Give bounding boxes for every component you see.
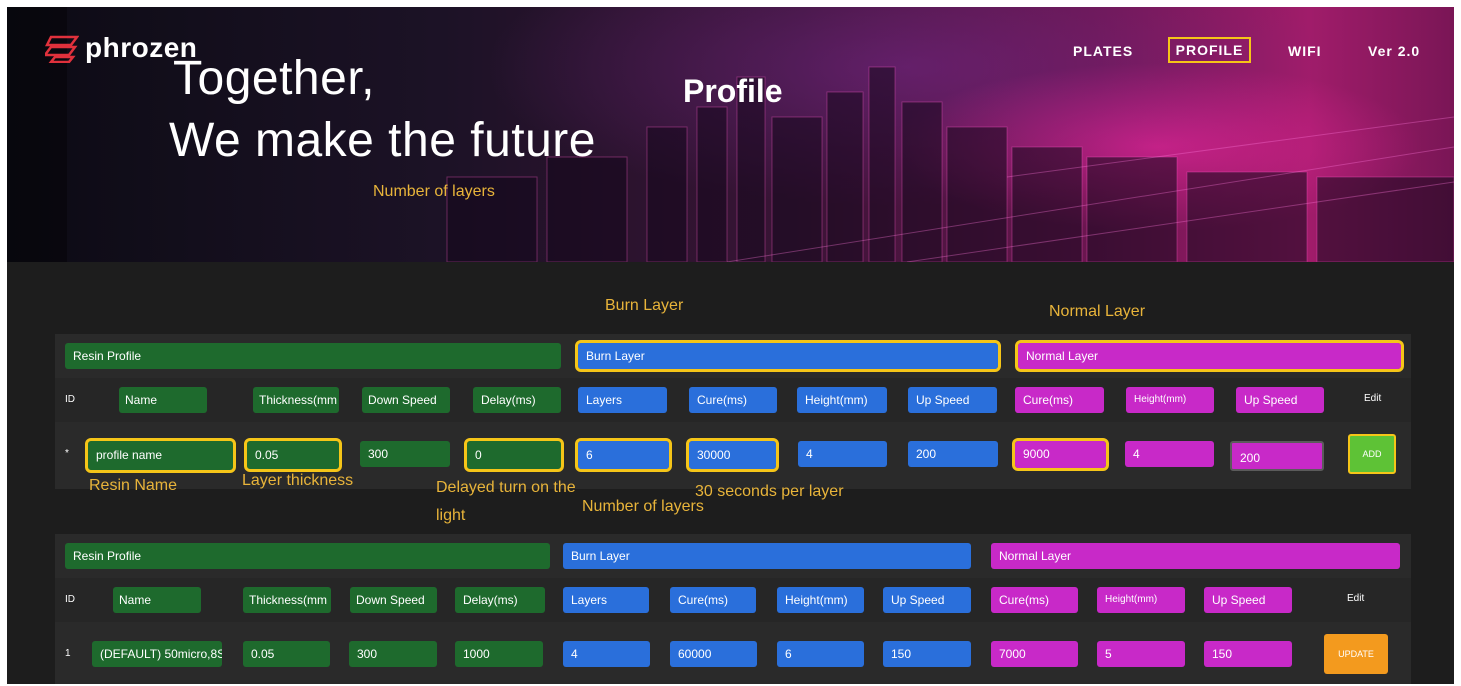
annotation-burn-layer: Burn Layer	[605, 297, 684, 314]
new-row-id: *	[65, 448, 69, 459]
col-thickness: Thickness(mm	[253, 387, 339, 413]
row-1-normal-cure[interactable]: 7000	[991, 641, 1078, 667]
col-burn-cure: Cure(ms)	[689, 387, 777, 413]
input-burn-layers[interactable]: 6	[575, 438, 672, 472]
slogan-line-1: Together,	[173, 52, 375, 105]
col-edit: Edit	[1364, 393, 1382, 404]
app-frame: phrozen Together, We make the future Pro…	[7, 7, 1454, 684]
col-normal-height: Height(mm)	[1126, 387, 1214, 413]
col-normal-cure-2: Cure(ms)	[991, 587, 1078, 613]
update-button[interactable]: UPDATE	[1324, 634, 1388, 674]
nav-plates[interactable]: PLATES	[1073, 39, 1133, 63]
col-down-speed: Down Speed	[362, 387, 450, 413]
row-1-normal-up-speed[interactable]: 150	[1204, 641, 1292, 667]
section-normal-layer: Normal Layer	[1015, 340, 1404, 372]
col-name-2: Name	[113, 587, 201, 613]
nav-version: Ver 2.0	[1368, 43, 1421, 59]
annotation-seconds-per-layer: 30 seconds per layer	[695, 483, 844, 500]
col-delay-2: Delay(ms)	[455, 587, 545, 613]
col-burn-height-2: Height(mm)	[777, 587, 864, 613]
annotation-hero-number-of-layers: Number of layers	[373, 183, 495, 200]
row-1-thickness[interactable]: 0.05	[243, 641, 330, 667]
col-burn-up-speed-2: Up Speed	[883, 587, 971, 613]
section-normal-layer-2: Normal Layer	[991, 543, 1400, 569]
col-burn-up-speed: Up Speed	[908, 387, 997, 413]
row-1-normal-height[interactable]: 5	[1097, 641, 1185, 667]
col-burn-cure-2: Cure(ms)	[670, 587, 756, 613]
add-button[interactable]: ADD	[1348, 434, 1396, 474]
input-thickness[interactable]: 0.05	[244, 438, 342, 472]
col-normal-height-2: Height(mm)	[1097, 587, 1185, 613]
annotation-number-of-layers: Number of layers	[582, 498, 704, 515]
input-normal-up-speed[interactable]: 200	[1230, 441, 1324, 471]
input-down-speed[interactable]: 300	[360, 441, 450, 467]
col-id: ID	[65, 394, 75, 405]
col-normal-cure: Cure(ms)	[1015, 387, 1104, 413]
annotation-delayed-light-1: Delayed turn on the	[436, 479, 576, 496]
section-burn-layer: Burn Layer	[575, 340, 1001, 372]
col-normal-up-speed-2: Up Speed	[1204, 587, 1292, 613]
annotation-normal-layer: Normal Layer	[1049, 303, 1146, 320]
input-normal-cure[interactable]: 9000	[1012, 438, 1109, 471]
section-resin-profile-2: Resin Profile	[65, 543, 550, 569]
nav-profile[interactable]: PROFILE	[1168, 37, 1251, 63]
row-1-id: 1	[65, 648, 71, 659]
col-thickness-2: Thickness(mm	[243, 587, 331, 613]
annotation-resin-name: Resin Name	[89, 477, 178, 494]
input-burn-up-speed[interactable]: 200	[908, 441, 998, 467]
col-layers-2: Layers	[563, 587, 649, 613]
row-1-layers[interactable]: 4	[563, 641, 650, 667]
col-edit-2: Edit	[1347, 593, 1365, 604]
col-normal-up-speed: Up Speed	[1236, 387, 1324, 413]
input-burn-height[interactable]: 4	[798, 441, 887, 467]
row-1-burn-cure[interactable]: 60000	[670, 641, 757, 667]
annotation-layer-thickness: Layer thickness	[242, 472, 354, 489]
col-id-2: ID	[65, 594, 75, 605]
page-title: Profile	[683, 73, 783, 109]
row-1-name[interactable]: (DEFAULT) 50micro,8Se	[92, 641, 222, 667]
input-profile-name[interactable]: profile name	[85, 438, 236, 473]
row-1-down-speed[interactable]: 300	[349, 641, 437, 667]
col-down-speed-2: Down Speed	[350, 587, 437, 613]
phrozen-logo-icon	[45, 35, 79, 63]
nav-wifi[interactable]: WIFI	[1288, 39, 1322, 63]
section-burn-layer-2: Burn Layer	[563, 543, 971, 569]
input-normal-height[interactable]: 4	[1125, 441, 1214, 467]
annotation-delayed-light-2: light	[436, 507, 466, 524]
row-1-delay[interactable]: 1000	[455, 641, 543, 667]
input-delay[interactable]: 0	[464, 438, 564, 472]
section-resin-profile: Resin Profile	[65, 343, 561, 369]
row-1-burn-up-speed[interactable]: 150	[883, 641, 971, 667]
col-delay: Delay(ms)	[473, 387, 561, 413]
hero-banner: phrozen Together, We make the future Pro…	[7, 7, 1454, 262]
col-name: Name	[119, 387, 207, 413]
input-burn-cure[interactable]: 30000	[686, 438, 779, 472]
col-burn-height: Height(mm)	[797, 387, 887, 413]
col-layers: Layers	[578, 387, 667, 413]
row-1-burn-height[interactable]: 6	[777, 641, 864, 667]
slogan-line-2: We make the future	[169, 114, 596, 167]
